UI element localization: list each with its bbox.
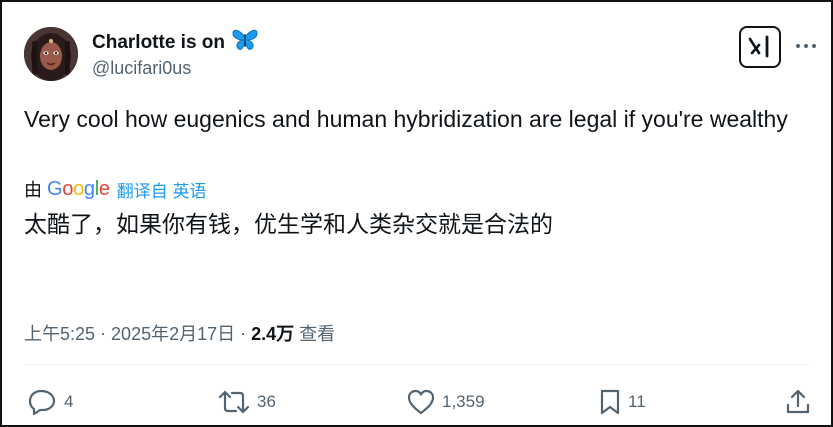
google-logo: Google [47,177,110,200]
share-button[interactable] [784,388,812,416]
reply-icon [28,389,56,416]
bookmark-count: 11 [628,392,646,411]
tweet-meta: 上午5:25 · 2025年2月17日 · 2.4万 查看 [24,320,335,346]
author-handle[interactable]: @lucifari0us [92,58,191,79]
views-label[interactable]: 查看 [299,320,335,346]
bookmark-icon [600,389,620,415]
retweet-button[interactable]: 36 [217,388,276,416]
tweet-text: Very cool how eugenics and human hybridi… [24,106,788,132]
like-button[interactable]: 1,359 [406,388,485,416]
grok-xai-icon [748,35,769,58]
meta-separator: · [100,322,107,343]
more-horizontal-icon [796,44,816,48]
reply-count: 4 [64,392,74,411]
tweet-time[interactable]: 上午5:25 [24,320,95,346]
meta-separator: · [240,322,247,343]
retweet-icon [218,390,250,414]
translation-by-label: 由 [24,180,42,200]
more-button[interactable] [793,34,819,58]
translated-from-link[interactable]: 翻译自 英语 [117,177,207,202]
retweet-count: 36 [257,392,276,411]
bookmark-button[interactable]: 11 [598,388,646,416]
avatar-image [24,27,78,81]
author-name-row[interactable]: Charlotte is on [92,28,259,57]
tweet-card: Charlotte is on @lucifari0us Very cool h… [0,0,833,427]
avatar[interactable] [24,27,78,81]
tweet-date[interactable]: 2025年2月17日 [111,320,235,346]
grok-button[interactable] [739,26,781,68]
translated-text: 太酷了，如果你有钱，优生学和人类杂交就是合法的 [24,211,553,237]
views-count: 2.4万 [251,324,295,344]
divider [24,364,809,365]
translation-attribution: 由 Google 翻译自 英语 [24,176,206,202]
heart-icon [407,389,435,415]
butterfly-icon [231,28,259,57]
reply-button[interactable]: 4 [28,388,73,416]
author-display-name[interactable]: Charlotte is on [92,32,225,54]
like-count: 1,359 [442,392,485,411]
share-icon [786,389,810,414]
